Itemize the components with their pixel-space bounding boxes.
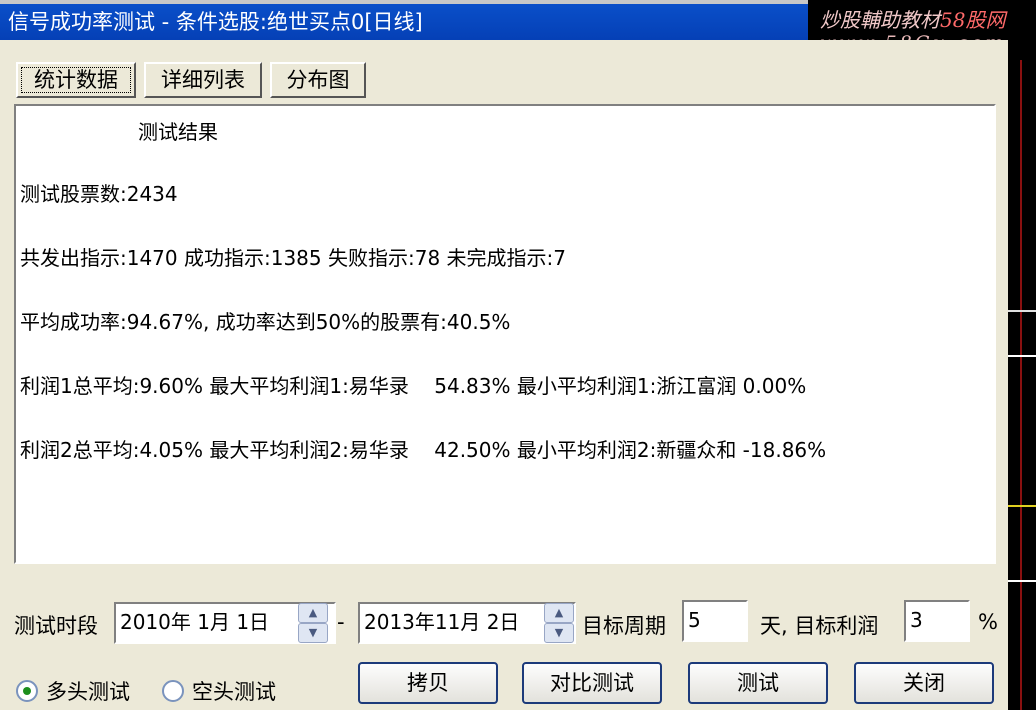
percent-label: %: [978, 610, 998, 634]
result-line-stock-count: 测试股票数:2434: [20, 182, 178, 206]
results-panel: 测试结果 测试股票数:2434 共发出指示:1470 成功指示:1385 失败指…: [14, 104, 996, 564]
end-date-up-icon[interactable]: ▲: [544, 603, 574, 623]
target-profit-input[interactable]: 3: [904, 600, 970, 642]
result-line-profit-1: 利润1总平均:9.60% 最大平均利润1:易华录 54.83% 最小平均利润1:…: [20, 374, 807, 398]
short-test-radio[interactable]: [162, 680, 184, 702]
short-test-label[interactable]: 空头测试: [192, 676, 276, 706]
background-chart-edge: [1008, 60, 1036, 710]
end-date-value: 2013年11月 2日: [364, 610, 520, 634]
start-date-value: 2010年 1月 1日: [120, 610, 270, 634]
target-period-input[interactable]: 5: [682, 600, 748, 642]
copy-button[interactable]: 拷贝: [358, 662, 498, 704]
date-range-separator: -: [337, 610, 345, 634]
target-period-label: 目标周期: [582, 614, 666, 638]
days-target-profit-label: 天, 目标利润: [760, 614, 879, 638]
test-period-label: 测试时段: [14, 614, 98, 638]
start-date-up-icon[interactable]: ▲: [298, 603, 328, 623]
tab-statistics[interactable]: 统计数据: [16, 62, 136, 98]
window-title-bar[interactable]: 信号成功率测试 - 条件选股:绝世买点0[日线]: [0, 4, 810, 40]
result-line-success-rate: 平均成功率:94.67%, 成功率达到50%的股票有:40.5%: [20, 310, 511, 334]
end-date-spinner[interactable]: ▲ ▼: [544, 603, 574, 643]
result-line-signals: 共发出指示:1470 成功指示:1385 失败指示:78 未完成指示:7: [20, 246, 566, 270]
end-date-down-icon[interactable]: ▼: [544, 623, 574, 643]
long-test-label[interactable]: 多头测试: [46, 676, 130, 706]
results-heading: 测试结果: [138, 120, 218, 144]
window-title: 信号成功率测试 - 条件选股:绝世买点0[日线]: [8, 10, 423, 34]
compare-test-button[interactable]: 对比测试: [522, 662, 662, 704]
tab-detail-list[interactable]: 详细列表: [144, 62, 262, 98]
start-date-down-icon[interactable]: ▼: [298, 623, 328, 643]
long-test-radio[interactable]: [16, 680, 38, 702]
signal-test-dialog: 统计数据 详细列表 分布图 测试结果 测试股票数:2434 共发出指示:1470…: [0, 40, 1008, 710]
result-line-profit-2: 利润2总平均:4.05% 最大平均利润2:易华录 42.50% 最小平均利润2:…: [20, 438, 827, 462]
tab-distribution[interactable]: 分布图: [270, 62, 366, 98]
watermark-line-1: 炒股輔助教材58股网: [820, 8, 1006, 32]
close-button[interactable]: 关闭: [854, 662, 994, 704]
start-date-spinner[interactable]: ▲ ▼: [298, 603, 328, 643]
run-test-button[interactable]: 测试: [688, 662, 828, 704]
